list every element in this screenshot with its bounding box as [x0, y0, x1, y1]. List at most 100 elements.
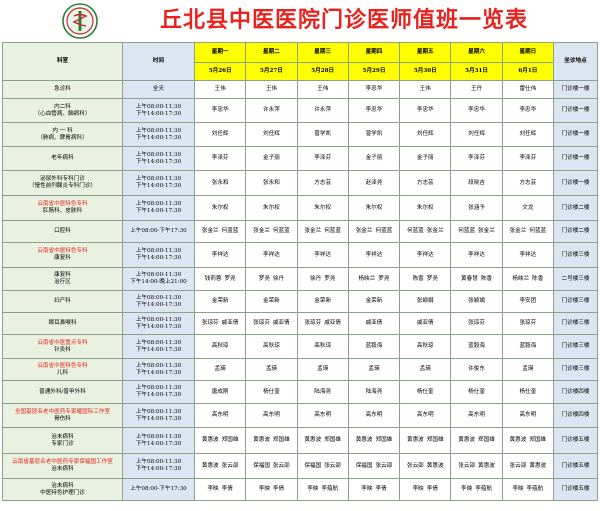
- doctor-cell: 王伟: [245, 80, 298, 99]
- header-weekday: 星期六: [450, 42, 503, 63]
- doctor-names: 朱尔权: [196, 205, 245, 212]
- doctor-name: 赵泽尧: [365, 179, 383, 186]
- doctor-name: 许永萍: [263, 107, 280, 114]
- time-label: 上午08:00-下午17:30: [130, 228, 187, 235]
- doctor-names: 金子丽: [401, 155, 450, 162]
- doctor-names: 张金兰 何蓝蓝: [196, 228, 245, 235]
- doctor-name: 何蓝蓝: [324, 228, 341, 235]
- time-label: 上午08:00-11:30: [135, 339, 182, 346]
- doctor-cell: 李祥达: [347, 242, 401, 268]
- doctor-names: 黄惠波 郑国雄: [503, 437, 552, 444]
- doctor-name: 何蓝蓝: [458, 228, 476, 235]
- time-label: 下午14:00-17:30: [135, 369, 182, 376]
- doctor-names: 李忠华: [196, 107, 245, 114]
- header-weekday: 星期一: [193, 42, 247, 63]
- dept-cell: 康复科 治疗区: [2, 267, 123, 291]
- doctor-names: 高秋琼: [401, 343, 450, 350]
- doctor-names: 陆海尧: [298, 389, 347, 396]
- doctor-name: 唐成刚: [211, 388, 229, 395]
- dept-label: 儿科: [56, 369, 69, 376]
- doctor-name: 张金兰: [253, 228, 270, 235]
- location-cell: 门诊楼一楼: [553, 170, 598, 196]
- doctor-names: 孟瑛: [196, 366, 245, 373]
- doctor-cell: 黄惠波 郑国雄: [296, 427, 349, 454]
- doctor-name: 张云邵: [221, 462, 239, 469]
- doctor-names: 张金兰 何蓝蓝: [247, 228, 296, 235]
- doctor-name: 高东明: [263, 412, 280, 419]
- doctor-name: 郑国雄: [426, 437, 444, 444]
- location-cell: 门诊楼三楼: [553, 242, 598, 268]
- doctor-names: 张金兰 何蓝蓝: [503, 228, 552, 235]
- doctor-names: 高秋琼: [247, 343, 296, 350]
- location-cell: 门诊楼五楼: [553, 478, 598, 501]
- doctor-cell: 陆海尧: [296, 380, 349, 404]
- header-dept: 科室: [2, 42, 123, 81]
- doctor-cell: 李忠华: [193, 98, 247, 123]
- doctor-cell: 高秋琼: [399, 334, 452, 359]
- doctor-cell: 陆海尧: [347, 380, 401, 404]
- doctor-name: 张颖娟: [416, 298, 434, 305]
- doctor-name: 罗尧: [258, 275, 270, 282]
- doctor-cell: 王伟: [399, 80, 452, 99]
- doctor-name: 张金兰: [478, 228, 495, 235]
- doctor-name: 戚亚倩: [272, 320, 290, 327]
- doctor-cell: 曾学凯: [296, 122, 349, 147]
- doctor-names: 王伟: [247, 86, 296, 93]
- doctor-names: 陈香 罗尧: [401, 276, 450, 283]
- doctor-name: 朱尔权: [416, 204, 434, 211]
- doctor-name: 王伟: [419, 86, 431, 93]
- table-row: 妇产科 上午08:00-11:30 下午14:00-17:30 金荣新 金荣新 金荣新 金荣…: [2, 290, 598, 313]
- doctor-name: 李忠华: [468, 107, 485, 114]
- table-row: 云南省中医特色专科 康复科 上午08:00-11:30 下午14:00-17:30 李祥…: [2, 242, 598, 268]
- time-label: 下午14:00-17:30: [135, 110, 182, 117]
- doctor-cell: 保福国 张云邵: [245, 453, 298, 479]
- doctor-names: 李祥达: [401, 252, 450, 259]
- time-label: 下午14:00-17:30: [135, 134, 182, 141]
- table-row: 泌尿外科专科门诊 （慢性前列腺炎专科门诊） 上午08:00-11:30 下午14:00…: [2, 170, 598, 196]
- dept-label: 口腔科: [54, 228, 71, 235]
- table-row: 云南省中医特色专科 儿科 上午08:00-11:30 下午14:00-17:30 孟瑛孟…: [2, 358, 598, 381]
- doctor-name: 高东明: [314, 412, 332, 419]
- doctor-name: 李蕴航: [321, 486, 339, 493]
- time-label: 全天: [152, 86, 165, 93]
- doctor-name: 高东明: [416, 412, 434, 419]
- doctor-cell: 李祥达: [245, 242, 298, 268]
- doctor-cell: 孟瑛: [347, 358, 401, 381]
- doctor-names: 高东明: [196, 412, 245, 419]
- doctor-name: 郑国雄: [478, 437, 495, 444]
- doctor-cell: 黄惠波 张云邵: [193, 453, 247, 479]
- doctor-cell: 高秋琼: [245, 334, 298, 359]
- doctor-name: 孟瑛: [368, 366, 380, 373]
- doctor-name: 张云邵: [458, 462, 476, 469]
- doctor-cell: 陈香 罗尧: [399, 267, 452, 291]
- doctor-cell: 何蓝蓝 张金兰: [399, 220, 452, 243]
- doctor-names: 李祥达: [196, 252, 245, 259]
- doctor-cell: 李映 李倩: [399, 478, 452, 501]
- dept-cell: 治未病科 中医特色护理门诊: [2, 478, 123, 501]
- doctor-name: 李倩: [221, 486, 233, 493]
- doctor-name: 方志芸: [416, 179, 434, 186]
- dept-label: 肛肠科、皮肤科: [42, 208, 83, 214]
- doctor-cell: 杨映兰 陈香: [501, 267, 555, 291]
- doctor-name: 戚亚倩: [324, 320, 341, 327]
- doctor-name: 郑国雄: [529, 437, 547, 444]
- doctor-name: 金荣新: [365, 298, 383, 305]
- doctor-names: 许永萍: [247, 107, 296, 114]
- doctor-name: 王丹: [470, 86, 483, 93]
- doctor-name: 保福国: [355, 462, 373, 469]
- doctor-name: 朱尔权: [314, 204, 332, 211]
- time-label: 上午08:00-11:30: [135, 433, 182, 440]
- doctor-cell: 金荣新: [245, 290, 298, 313]
- doctor-name: 杨映兰: [512, 275, 530, 282]
- doctor-name: 陈香: [480, 275, 493, 282]
- doctor-names: 张永和: [196, 180, 245, 187]
- time-label: 上午08:00-11:30: [135, 408, 182, 415]
- doctor-name: 李泽芬: [314, 155, 332, 162]
- doctor-name: 李祥达: [314, 251, 332, 258]
- doctor-cell: 杨仕奎: [501, 380, 555, 404]
- doctor-name: 郑国雄: [375, 437, 393, 444]
- doctor-cell: 方志芸: [296, 170, 349, 196]
- dept-label: 内二科: [54, 103, 71, 110]
- doctor-cell: 王伟: [296, 80, 349, 99]
- doctor-name: 李忠华: [416, 107, 434, 114]
